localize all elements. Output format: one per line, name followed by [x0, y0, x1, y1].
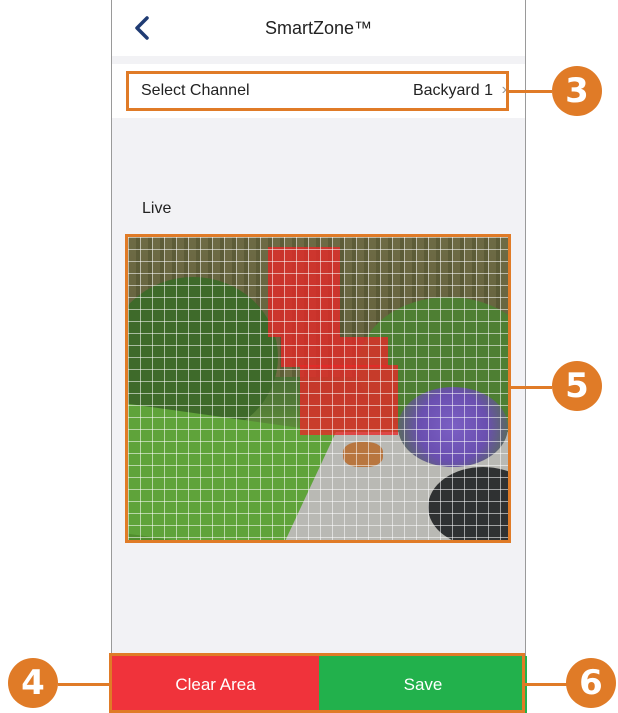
callout-badge-3: 3 — [552, 66, 602, 116]
page-title: SmartZone™ — [264, 18, 373, 38]
select-channel-row[interactable]: Select Channel Backyard 1 › — [112, 64, 525, 118]
action-bar: Clear Area Save — [112, 656, 527, 713]
save-button[interactable]: Save — [319, 656, 527, 713]
selected-channel-value: Backyard 1 — [412, 82, 493, 99]
chevron-right-icon: › — [501, 81, 507, 98]
app-header: SmartZone™ — [112, 0, 525, 56]
select-channel-label: Select Channel — [141, 82, 250, 99]
phone-screen: SmartZone™ Select Channel Backyard 1 › L… — [111, 0, 527, 713]
zone-grid-overlay[interactable] — [128, 237, 510, 540]
callout-badge-5: 5 — [552, 361, 602, 411]
callout-badge-6: 6 — [566, 658, 616, 708]
live-label: Live — [142, 200, 172, 217]
callout-line — [58, 683, 109, 686]
live-camera-feed[interactable] — [128, 237, 510, 540]
clear-area-button[interactable]: Clear Area — [112, 656, 319, 713]
callout-badge-4: 4 — [8, 658, 58, 708]
callout-line — [525, 683, 568, 686]
